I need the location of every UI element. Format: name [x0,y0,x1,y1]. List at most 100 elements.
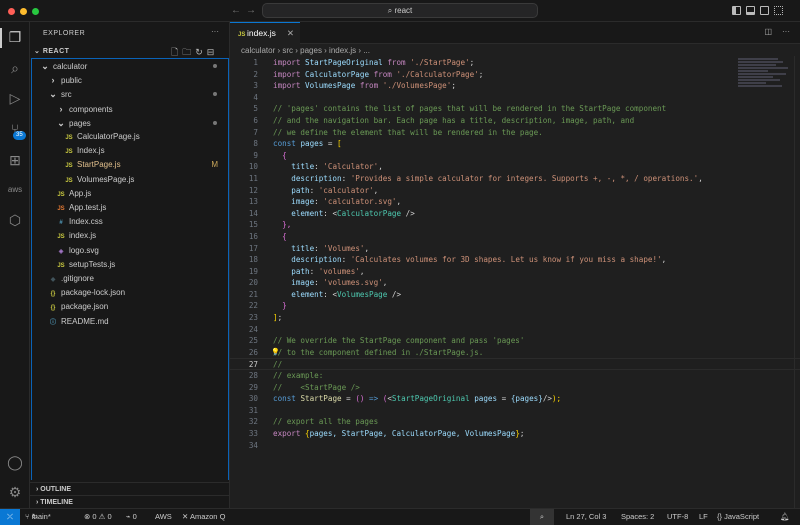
tree-file[interactable]: JS App.js [32,187,228,201]
tree-file[interactable]: JS index.js [32,229,228,243]
code-line[interactable]: 28 // example: [230,370,800,382]
tree-file[interactable]: JS VolumesPage.js [32,173,228,187]
code-line[interactable]: 20 image: 'volumes.svg', [230,277,800,289]
workspace-root[interactable]: ⌄ REACT [34,47,69,55]
tree-file[interactable]: ◈ logo.svg [32,244,228,258]
code-line[interactable]: 5 // 'pages' contains the list of pages t… [230,103,800,115]
tree-file[interactable]: JS StartPage.js M [32,158,228,172]
extensions-icon[interactable]: ⊞ [7,152,23,168]
code-line[interactable]: 26 // to the component defined in ./Start… [230,347,800,359]
cursor-position[interactable]: Ln 27, Col 3 [566,509,606,525]
tree-file[interactable]: ⓘ README.md [32,315,228,329]
aws-status[interactable]: AWS [155,509,172,525]
outline-section[interactable]: › OUTLINE [30,482,230,495]
breadcrumb-item[interactable]: index.js [329,46,356,55]
minimap[interactable] [738,58,788,100]
code-line[interactable]: 6 // and the navigation bar. Each page ha… [230,115,800,127]
code-line[interactable]: 10 title: 'Calculator', [230,161,800,173]
code-line[interactable]: 27// [230,358,800,371]
maximize-window-button[interactable] [32,8,39,15]
tree-file[interactable]: JS setupTests.js [32,258,228,272]
code-line[interactable]: 7 // we define the element that will be r… [230,127,800,139]
code-line[interactable]: 2 import CalculatorPage from './Calculato… [230,69,800,81]
code-line[interactable]: 17 title: 'Volumes', [230,243,800,255]
timeline-section[interactable]: › TIMELINE [30,495,230,508]
tree-file[interactable]: ◆ .gitignore [32,272,228,286]
amazon-q-status[interactable]: ✕ Amazon Q [182,509,225,525]
code-line[interactable]: 21 element: <VolumesPage /> [230,289,800,301]
code-line[interactable]: 32 // export all the pages [230,416,800,428]
tree-file[interactable]: JS App.test.js [32,201,228,215]
tree-folder[interactable]: ⌄ calculator [32,59,228,73]
customize-layout-icon[interactable] [774,6,783,15]
indentation[interactable]: Spaces: 2 [621,509,654,525]
close-tab-icon[interactable]: ✕ [287,23,294,44]
code-line[interactable]: 12 path: 'calculator', [230,185,800,197]
ports-indicator[interactable]: ⌁ 0 [126,509,137,525]
toggle-sidebar-icon[interactable] [732,6,741,15]
code-line[interactable]: 15 }, [230,219,800,231]
code-line[interactable]: 24 [230,324,800,336]
code-line[interactable]: 19 path: 'volumes', [230,266,800,278]
tree-file[interactable]: {} package.json [32,300,228,314]
tree-file[interactable]: {} package-lock.json [32,286,228,300]
code-line[interactable]: 8 const pages = [ [230,138,800,150]
code-line[interactable]: 29 // <StartPage /> [230,382,800,394]
tree-file[interactable]: # Index.css [32,215,228,229]
aws-icon[interactable]: aws [7,182,23,198]
tree-folder[interactable]: › public [32,73,228,87]
breadcrumb-item[interactable]: src [282,46,293,55]
breadcrumb-item[interactable]: pages [300,46,322,55]
vertical-scrollbar[interactable] [794,56,800,508]
lightbulb-icon[interactable]: 💡 [271,347,280,359]
branch-indicator[interactable]: ⑂ main* ↻ [25,509,51,525]
tree-folder[interactable]: ⌄ pages [32,116,228,130]
run-debug-icon[interactable]: ▷ [7,90,23,106]
account-icon[interactable]: ◯ [7,454,23,470]
close-window-button[interactable] [8,8,15,15]
code-line[interactable]: 9 { [230,150,800,162]
tab-index-js[interactable]: JS index.js ✕ [230,22,300,44]
code-line[interactable]: 4 [230,92,800,104]
search-icon[interactable]: ⌕ [7,60,23,76]
breadcrumb-item[interactable]: calculator [241,46,275,55]
split-editor-icon[interactable]: ◫ [764,27,772,36]
more-actions-icon[interactable]: ··· [782,27,790,36]
command-center-search[interactable]: ⌕ react [262,3,538,18]
code-line[interactable]: 30 const StartPage = () => (<StartPageOri… [230,393,800,405]
more-actions-icon[interactable]: ··· [211,27,219,36]
code-line[interactable]: 16 { [230,231,800,243]
code-line[interactable]: 23]; [230,312,800,324]
code-line[interactable]: 13 image: 'calculator.svg', [230,196,800,208]
toggle-panel-icon[interactable] [746,6,755,15]
language-mode[interactable]: {} JavaScript [717,509,759,525]
code-line[interactable]: 25 // We override the StartPage component… [230,335,800,347]
code-line[interactable]: 22 } [230,300,800,312]
manage-gear-icon[interactable]: ⚙ [7,484,23,500]
amazon-q-icon[interactable]: ⬡ [7,212,23,228]
code-line[interactable]: 14 element: <CalculatorPage /> [230,208,800,220]
zoom-icon[interactable]: ⌕ [530,509,554,525]
back-arrow-icon[interactable]: ← [231,5,241,16]
code-line[interactable]: 3 import VolumesPage from './VolumesPage'… [230,80,800,92]
breadcrumb-item[interactable]: ... [363,46,370,55]
code-line[interactable]: 11 description: 'Provides a simple calcu… [230,173,800,185]
tree-file[interactable]: JS Index.js [32,144,228,158]
notifications-icon[interactable]: 🔔︎ [780,509,790,525]
code-line[interactable]: 1 import StartPageOriginal from './StartP… [230,57,800,69]
code-line[interactable]: 31 [230,405,800,417]
explorer-icon[interactable]: ❐ [7,29,23,45]
remote-indicator[interactable]: ⤫ [0,509,20,525]
code-editor[interactable]: 1 import StartPageOriginal from './StartP… [230,57,800,451]
code-line[interactable]: 18 description: 'Calculates volumes for … [230,254,800,266]
forward-arrow-icon[interactable]: → [246,5,256,16]
code-line[interactable]: 34 [230,440,800,452]
encoding[interactable]: UTF-8 [667,509,688,525]
code-line[interactable]: 33 export {pages, StartPage, CalculatorPa… [230,428,800,440]
tree-folder[interactable]: › components [32,102,228,116]
minimize-window-button[interactable] [20,8,27,15]
toggle-secondary-sidebar-icon[interactable] [760,6,769,15]
problems-indicator[interactable]: ⊗ 0 ⚠ 0 [84,509,112,525]
tree-folder[interactable]: ⌄ src [32,87,228,101]
tree-file[interactable]: JS CalculatorPage.js [32,130,228,144]
